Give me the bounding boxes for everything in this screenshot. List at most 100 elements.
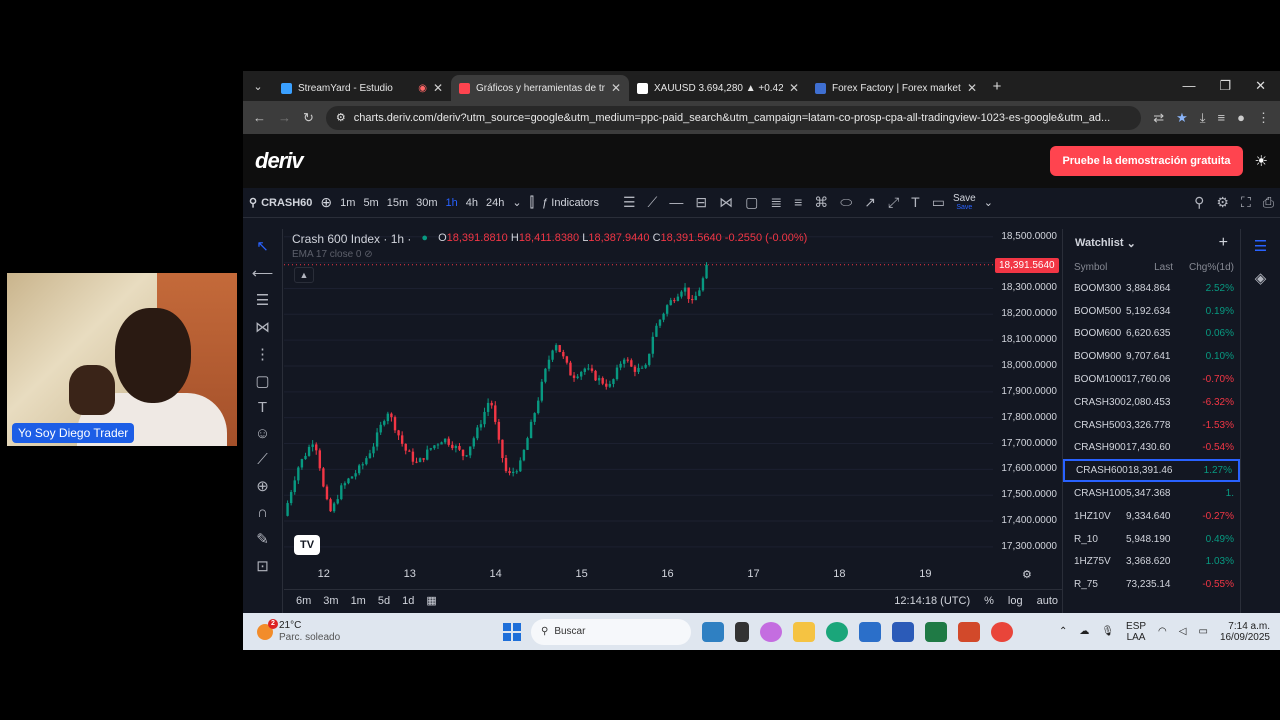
candle-body[interactable] bbox=[347, 478, 350, 484]
candle-body[interactable] bbox=[472, 438, 475, 447]
candle-body[interactable] bbox=[501, 439, 504, 458]
chart-type-icon[interactable]: ⫿ bbox=[530, 194, 534, 211]
forward-icon[interactable]: → bbox=[278, 110, 291, 125]
candle-body[interactable] bbox=[411, 451, 415, 462]
layers-icon[interactable]: ◈ bbox=[1255, 269, 1267, 287]
multi-lines-icon[interactable]: ☰ bbox=[256, 291, 269, 309]
candle-body[interactable] bbox=[630, 360, 633, 367]
watchlist-row[interactable]: BOOM900 9,707.641 0.10% bbox=[1063, 345, 1240, 368]
save-button[interactable]: Save Save bbox=[953, 193, 976, 212]
tab-xauusd[interactable]: XAUUSD 3.694,280 ▲ +0.42% S ✕ bbox=[629, 75, 807, 101]
candle-body[interactable] bbox=[644, 364, 647, 368]
candle-body[interactable] bbox=[612, 379, 615, 384]
candle-body[interactable] bbox=[587, 368, 590, 370]
close-tab-icon[interactable]: ✕ bbox=[433, 81, 443, 95]
task-view-icon[interactable] bbox=[735, 621, 749, 642]
media-control-icon[interactable]: ≡ bbox=[1218, 110, 1226, 125]
lines-icon[interactable]: ☰ bbox=[623, 194, 636, 211]
tradingview-logo[interactable]: TV bbox=[294, 535, 320, 555]
zoom-tool-icon[interactable]: ⚲ bbox=[1194, 194, 1204, 211]
ruler-icon[interactable]: ⤢ bbox=[888, 194, 899, 211]
word-icon[interactable] bbox=[892, 621, 914, 642]
candle-body[interactable] bbox=[562, 352, 565, 357]
ema-indicator-label[interactable]: EMA 17 close 0 ⊘ bbox=[292, 249, 373, 260]
candle-body[interactable] bbox=[547, 359, 551, 369]
candle-body[interactable] bbox=[622, 359, 626, 364]
candle-body[interactable] bbox=[293, 480, 296, 493]
collapse-legend-icon[interactable]: ▲ bbox=[294, 267, 314, 283]
zoom-in-icon[interactable]: ⊕ bbox=[256, 477, 269, 495]
candle-body[interactable] bbox=[443, 438, 447, 443]
menu-kebab-icon[interactable]: ⋮ bbox=[1257, 110, 1270, 126]
fib-tool-icon[interactable]: ⋮ bbox=[255, 345, 270, 363]
camera-icon[interactable]: ⎙ bbox=[1263, 194, 1274, 211]
candle-body[interactable] bbox=[465, 455, 468, 457]
candle-body[interactable] bbox=[368, 453, 372, 459]
trendline-icon[interactable]: ⟋ bbox=[648, 194, 658, 211]
candle-body[interactable] bbox=[701, 278, 705, 291]
copilot-icon[interactable] bbox=[760, 621, 782, 642]
candle-body[interactable] bbox=[540, 381, 544, 401]
file-explorer-icon[interactable] bbox=[793, 621, 815, 642]
candle-body[interactable] bbox=[662, 313, 665, 320]
show-hidden-icons-chevron-icon[interactable]: ⌃ bbox=[1059, 626, 1067, 637]
cursor-icon[interactable]: ↖ bbox=[256, 237, 269, 255]
range-5d[interactable]: 5d bbox=[378, 595, 390, 607]
bookmark-star-icon[interactable]: ★ bbox=[1176, 110, 1188, 126]
interval-1h[interactable]: 1h bbox=[446, 197, 458, 209]
candle-body[interactable] bbox=[422, 458, 425, 460]
store-icon[interactable] bbox=[859, 621, 881, 642]
watchlist-row[interactable]: 1HZ75V 3,368.620 1.03% bbox=[1063, 551, 1240, 574]
auto-toggle[interactable]: auto bbox=[1037, 595, 1058, 607]
candle-body[interactable] bbox=[526, 438, 529, 450]
candle-body[interactable] bbox=[633, 366, 637, 372]
candle-body[interactable] bbox=[490, 402, 493, 406]
powerpoint-icon[interactable] bbox=[958, 621, 980, 642]
candle-body[interactable] bbox=[508, 471, 511, 474]
weather-widget[interactable]: 2 21°C Parc. soleado bbox=[243, 618, 503, 644]
close-tab-icon[interactable]: ✕ bbox=[967, 81, 977, 95]
candle-body[interactable] bbox=[383, 421, 386, 425]
candle-body[interactable] bbox=[433, 445, 436, 449]
candle-body[interactable] bbox=[615, 367, 619, 380]
candle-body[interactable] bbox=[408, 450, 411, 452]
candle-body[interactable] bbox=[483, 411, 486, 425]
candle-body[interactable] bbox=[637, 367, 640, 372]
channel-icon[interactable]: ⊟ bbox=[695, 194, 707, 211]
watchlist-row[interactable]: CRASH500 3,326.778 -1.53% bbox=[1063, 414, 1240, 437]
site-info-icon[interactable]: ⚙ bbox=[336, 111, 346, 124]
watchlist-row[interactable]: CRASH300 2,080.453 -6.32% bbox=[1063, 391, 1240, 414]
candle-body[interactable] bbox=[304, 455, 307, 460]
watchlist-title[interactable]: Watchlist bbox=[1075, 237, 1124, 249]
percent-toggle[interactable]: % bbox=[984, 595, 994, 607]
ellipse-icon[interactable]: ⬭ bbox=[840, 194, 852, 211]
language-indicator[interactable]: ESP LAA bbox=[1126, 621, 1146, 643]
candle-body[interactable] bbox=[469, 446, 472, 456]
range-3m[interactable]: 3m bbox=[323, 595, 338, 607]
candle-body[interactable] bbox=[350, 476, 354, 479]
emoji-icon[interactable]: ☺ bbox=[255, 425, 270, 442]
candle-body[interactable] bbox=[486, 402, 490, 412]
translate-icon[interactable]: ⇄ bbox=[1153, 110, 1164, 126]
interval-1m[interactable]: 1m bbox=[340, 197, 355, 209]
candle-body[interactable] bbox=[605, 383, 608, 387]
close-tab-icon[interactable]: ✕ bbox=[789, 81, 799, 95]
candle-body[interactable] bbox=[569, 362, 572, 376]
candle-body[interactable] bbox=[386, 413, 390, 422]
interval-30m[interactable]: 30m bbox=[416, 197, 437, 209]
candle-body[interactable] bbox=[447, 438, 450, 445]
candle-body[interactable] bbox=[597, 378, 601, 381]
candle-body[interactable] bbox=[583, 368, 586, 372]
maximize-icon[interactable]: ❐ bbox=[1219, 78, 1231, 94]
edge-icon[interactable] bbox=[826, 621, 848, 642]
candle-body[interactable] bbox=[332, 503, 336, 512]
watchlist-row[interactable]: R_75 73,235.14 -0.55% bbox=[1063, 573, 1240, 596]
candle-body[interactable] bbox=[436, 444, 440, 446]
watchlist-row[interactable]: BOOM1000 17,760.06 -0.70% bbox=[1063, 368, 1240, 391]
candle-body[interactable] bbox=[544, 368, 547, 382]
watchlist-row[interactable]: R_10 5,948.190 0.49% bbox=[1063, 528, 1240, 551]
candle-body[interactable] bbox=[426, 449, 429, 460]
candle-body[interactable] bbox=[325, 486, 329, 500]
text-tool-icon[interactable]: T bbox=[258, 399, 267, 416]
utc-time[interactable]: 12:14:18 (UTC) bbox=[894, 595, 970, 607]
